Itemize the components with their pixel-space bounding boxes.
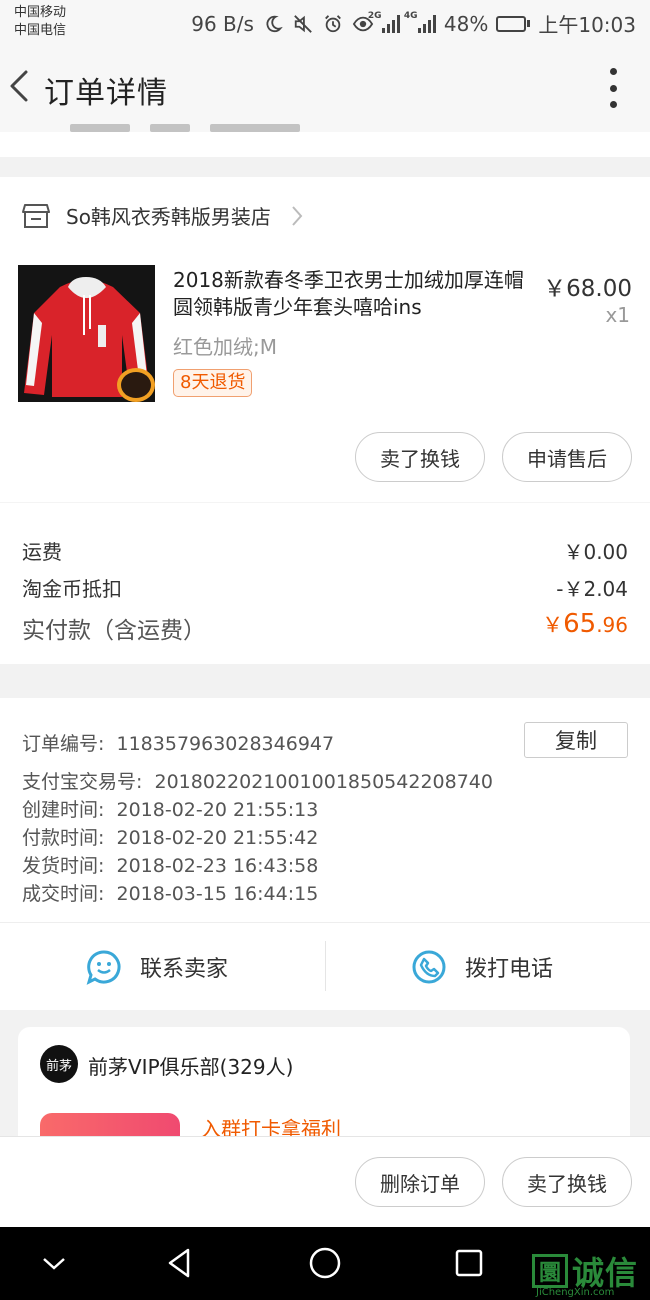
order-item-card: So韩风衣秀韩版男装店 2018新款春冬季卫衣男士加绒加厚连帽圆领韩版青少年套头… (0, 177, 650, 502)
store-icon (22, 203, 50, 228)
alipay-number-row: 支付宝交易号: 2018022021001001850542208740 (22, 767, 493, 794)
after-sale-button[interactable]: 申请售后 (502, 432, 632, 482)
shop-name[interactable]: So韩风衣秀韩版男装店 (66, 201, 271, 230)
paid-amount-value: ￥65.96 (542, 609, 628, 639)
shop-header[interactable]: So韩风衣秀韩版男装店 (22, 201, 303, 230)
sell-for-cash-bottom-button[interactable]: 卖了换钱 (502, 1157, 632, 1207)
return-policy-badge: 8天退货 (173, 369, 253, 397)
club-name: 前茅VIP俱乐部(329人) (88, 1055, 294, 1079)
paid-time-label: 付款时间: (22, 827, 105, 849)
paid-time-value: 2018-02-20 21:55:42 (116, 827, 319, 849)
signal-icon: 2G (368, 11, 400, 33)
product-sku: 红色加绒;M (173, 335, 277, 359)
watermark-mark: 圜 (532, 1254, 568, 1288)
signal-icon-2: 4G (404, 11, 436, 33)
paid-time-row: 付款时间: 2018-02-20 21:55:42 (22, 823, 318, 850)
home-circle-icon[interactable] (307, 1245, 343, 1281)
price-summary: 运费 ￥0.00 淘金币抵扣 -￥2.04 实付款（含运费） ￥65.96 (0, 502, 650, 664)
net-speed: 96 B/s (191, 11, 254, 36)
alipay-number-value: 2018022021001001850542208740 (154, 771, 493, 793)
shipped-time-row: 发货时间: 2018-02-23 16:43:58 (22, 851, 318, 878)
carrier-1: 中国移动 (14, 5, 67, 20)
completed-time-label: 成交时间: (22, 883, 105, 905)
carrier-2: 中国电信 (14, 23, 67, 38)
shipping-label: 运费 (22, 540, 62, 564)
clock: 上午10:03 (538, 13, 636, 37)
recents-square-icon[interactable] (451, 1245, 487, 1281)
order-number-value: 118357963028346947 (116, 733, 335, 755)
contact-bar: 联系卖家 拨打电话 (0, 922, 650, 1010)
battery-percent: 48% (443, 11, 489, 36)
copy-order-number-button[interactable]: 复制 (524, 722, 628, 758)
delete-order-button[interactable]: 删除订单 (355, 1157, 485, 1207)
status-icons: 96 B/s 2G 4G 48% 上午10:03 (191, 9, 636, 38)
chat-bubble-icon (86, 950, 121, 985)
coin-discount-label: 淘金币抵扣 (22, 577, 122, 601)
status-bar: 中国移动 中国电信 96 B/s 2G 4G 48% 上午10:03 (0, 0, 650, 44)
watermark-url: JiChengXin.com (536, 1287, 615, 1298)
paid-decimal: .96 (596, 613, 628, 637)
completed-time-value: 2018-03-15 16:44:15 (116, 883, 319, 905)
created-time-label: 创建时间: (22, 799, 105, 821)
sell-for-cash-button[interactable]: 卖了换钱 (355, 432, 485, 482)
created-time-row: 创建时间: 2018-02-20 21:55:13 (22, 795, 318, 822)
net-type-1: 2G (367, 10, 382, 21)
order-number-label: 订单编号: (22, 733, 105, 755)
paid-integer: 65 (563, 609, 597, 639)
moon-icon (266, 15, 283, 32)
mute-icon (294, 14, 312, 33)
shipping-value: ￥0.00 (563, 540, 628, 564)
alipay-number-label: 支付宝交易号: (22, 771, 143, 793)
product-quantity: x1 (605, 303, 630, 327)
contact-divider (325, 941, 326, 991)
shipped-time-label: 发货时间: (22, 855, 105, 877)
created-time-value: 2018-02-20 21:55:13 (116, 799, 319, 821)
order-number-row: 订单编号: 118357963028346947 (22, 729, 334, 756)
alarm-icon (324, 14, 341, 32)
battery-icon (496, 15, 531, 32)
truncated-text-row (70, 118, 370, 132)
call-phone-label: 拨打电话 (465, 957, 554, 982)
net-type-2: 4G (403, 10, 418, 21)
contact-seller-label: 联系卖家 (140, 957, 229, 982)
carrier-info: 中国移动 中国电信 (14, 4, 66, 40)
club-avatar: 前茅 (40, 1045, 78, 1083)
call-phone-button[interactable]: 拨打电话 (411, 923, 553, 1011)
back-triangle-icon[interactable] (162, 1245, 198, 1281)
paid-amount-label: 实付款（含运费） (22, 618, 206, 644)
hoodie-picture (18, 265, 155, 402)
collapse-chevron-icon[interactable] (36, 1245, 72, 1281)
product-image[interactable] (18, 265, 155, 402)
chevron-right-icon (292, 205, 303, 226)
previous-section (0, 132, 650, 157)
contact-seller-button[interactable]: 联系卖家 (86, 923, 228, 1011)
more-menu-icon[interactable] (606, 68, 620, 108)
shipped-time-value: 2018-02-23 16:43:58 (116, 855, 319, 877)
bottom-action-bar: 删除订单 卖了换钱 (0, 1136, 650, 1227)
paid-currency: ￥ (542, 613, 564, 637)
product-title[interactable]: 2018新款春冬季卫衣男士加绒加厚连帽圆领韩版青少年套头嘻哈ins (173, 267, 533, 321)
coin-discount-value: -￥2.04 (556, 577, 628, 601)
completed-time-row: 成交时间: 2018-03-15 16:44:15 (22, 879, 318, 906)
page-title: 订单详情 (44, 76, 168, 111)
product-price: ￥68.00 (543, 276, 632, 302)
back-arrow-icon[interactable] (4, 64, 40, 108)
order-info: 订单编号: 118357963028346947 复制 支付宝交易号: 2018… (0, 698, 650, 922)
phone-icon (412, 950, 446, 984)
